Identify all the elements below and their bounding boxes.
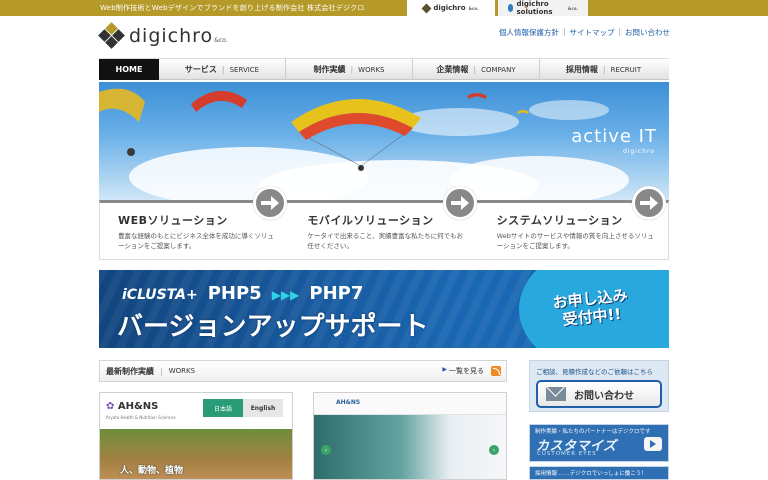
rss-icon[interactable] [491, 366, 501, 376]
nav-label-jp: 制作実績 [313, 65, 346, 74]
solution-mobile[interactable]: モバイルソリューション ケータイで出来ること、実績豊富な私たちに何でもお任せくだ… [289, 186, 478, 259]
lang-en-button[interactable]: English [243, 399, 283, 417]
slider-next-icon[interactable]: › [489, 445, 499, 455]
envelope-icon [546, 387, 566, 401]
banner-headline: バージョンアップサポート [117, 312, 429, 342]
hero-banner: active IT digichro [99, 82, 669, 200]
works-header: 最新制作実績 | WORKS ▶ 一覧を見る [99, 360, 507, 382]
solution-system[interactable]: システムソリューション Webサイトのサービスや情報の質を向上させるソリューショ… [479, 186, 668, 259]
utility-links: 個人情報保護方針 | サイトマップ | お問い合わせ [499, 27, 670, 38]
site-tab-label: digichro solutions [516, 0, 553, 16]
recruit-caption: 採用情報 ……デジクロでいっしょに働こう！ [535, 471, 647, 477]
logo-wordmark: digichro [129, 25, 214, 47]
nav-label: HOME [115, 65, 143, 74]
top-bar: Web制作技術とWebデザインでブランドを創り上げる制作会社 株式会社デジクロ … [0, 0, 768, 16]
work-thumbnail[interactable]: ✿ AH&NS Aryata Health & Nutrition Scienc… [99, 392, 293, 480]
nav-label-en: RECRUIT [610, 65, 642, 74]
separator: | [562, 27, 566, 36]
slider-prev-icon[interactable]: ‹ [321, 445, 331, 455]
language-switch: 日本語 English [203, 399, 283, 417]
sidebar-recruit-banner[interactable]: 採用情報 ……デジクロでいっしょに働こう！ [529, 466, 669, 480]
solution-desc: 豊富な経験のもとにビジネス全体を成功に導くソリューションをご提案します。 [118, 232, 274, 250]
contact-label: ご相談、見積作成などのご依頼はこちら [536, 368, 653, 376]
work-catchcopy: 人、動物、植物 [120, 466, 184, 476]
nav-label-en: COMPANY [481, 65, 516, 74]
arrow-right-icon[interactable] [631, 186, 666, 220]
triangle-right-icon: ▶ [442, 366, 447, 373]
works-title-en: WORKS [168, 367, 196, 375]
solution-web[interactable]: WEBソリューション 豊富な経験のもとにビジネス全体を成功に導くソリューションを… [100, 186, 289, 259]
nav-label-en: SERVICE [229, 65, 260, 74]
hero-subline: digichro [622, 148, 655, 155]
arrow-right-icon[interactable] [442, 186, 477, 220]
works-title-jp: 最新制作実績 [106, 366, 154, 376]
sidebar-customize-banner[interactable]: 制作実績・私たちのパートナーはデジクロです カスタマイズ CUSTOMER EY… [529, 424, 669, 462]
more-label: 一覧を見る [449, 367, 484, 375]
main-nav: HOME サービス | SERVICE 制作実績 | WORKS 企業情報 | COMPAN… [99, 58, 669, 80]
leaf-icon: ✿ [106, 401, 115, 412]
lang-ja-button[interactable]: 日本語 [203, 399, 243, 417]
solution-desc: Webサイトのサービスや情報の質を向上させるソリューションをご提案します。 [496, 232, 654, 250]
banner-to: PHP7 [309, 283, 364, 304]
arrow-right-icon[interactable] [253, 186, 288, 220]
chevrons-icon: ▶▶▶ [271, 288, 300, 302]
customize-caption: 制作実績・私たちのパートナーはデジクロです [535, 429, 651, 435]
logo-diamond-icon [98, 22, 125, 49]
solution-desc: ケータイで出来ること、実績豊富な私たちに何でもお任せください。 [307, 232, 464, 250]
promo-banner[interactable]: iCLUSTA+ PHP5 ▶▶▶ PHP7 バージョンアップサポート お申し込… [99, 270, 669, 348]
site-tab-label: digichro [433, 4, 466, 12]
work-photo [314, 415, 506, 479]
play-arrow-icon[interactable] [644, 437, 662, 451]
customize-subtitle: CUSTOMER EYES [537, 451, 597, 457]
site-logo[interactable]: digichro &co. [98, 22, 228, 49]
banner-top-line: iCLUSTA+ PHP5 ▶▶▶ PHP7 [122, 283, 363, 304]
nav-label-en: WORKS [358, 65, 385, 74]
site-tab-suffix: &co. [468, 5, 479, 11]
digichro-mark-icon [421, 3, 432, 13]
site-tab-digichro[interactable]: digichro &co. [407, 0, 495, 16]
solution-title: WEBソリューション [118, 214, 228, 227]
work-thumbnail[interactable]: AH&NS ‹ › [313, 392, 507, 480]
works-more-link[interactable]: ▶ 一覧を見る [442, 366, 484, 376]
sidebar-contact: ご相談、見積作成などのご依頼はこちら お問い合わせ [529, 360, 669, 412]
contact-button-label: お問い合わせ [574, 390, 634, 402]
hero-headline: active IT [571, 126, 657, 147]
banner-from: PHP5 [207, 283, 262, 304]
banner-brand: iCLUSTA+ [122, 287, 198, 303]
nav-service[interactable]: サービス | SERVICE [159, 59, 286, 80]
nav-recruit[interactable]: 採用情報 | RECRUIT [540, 59, 667, 80]
nav-label-jp: サービス [184, 65, 217, 74]
nav-home[interactable]: HOME [99, 59, 159, 80]
work-logo: AH&NS [336, 399, 361, 406]
separator: | [618, 27, 621, 36]
site-tab-solutions[interactable]: digichro solutions &co. [498, 0, 588, 16]
nav-label-jp: 企業情報 [436, 65, 469, 74]
solutions-row: WEBソリューション 豊富な経験のもとにビジネス全体を成功に導くソリューションを… [99, 186, 669, 260]
site-tab-suffix: &co. [567, 5, 578, 11]
sitemap-link[interactable]: サイトマップ [569, 27, 614, 38]
nav-company[interactable]: 企業情報 | COMPANY [413, 59, 540, 80]
nav-label-jp: 採用情報 [565, 65, 598, 74]
site-tabs: digichro &co. digichro solutions &co. [407, 0, 591, 16]
nav-works[interactable]: 制作実績 | WORKS [286, 59, 413, 80]
work-subtitle: Aryata Health & Nutrition Sciences [106, 415, 176, 420]
contact-button[interactable]: お問い合わせ [536, 380, 662, 408]
work-logo: ✿ AH&NS [106, 401, 159, 412]
contact-link[interactable]: お問い合わせ [625, 27, 670, 38]
tagline: Web制作技術とWebデザインでブランドを創り上げる制作会社 株式会社デジクロ [100, 4, 365, 12]
logo-suffix: &co. [214, 36, 228, 44]
solutions-mark-icon [508, 4, 514, 12]
solution-title: モバイルソリューション [307, 214, 434, 227]
privacy-policy-link[interactable]: 個人情報保護方針 [499, 27, 559, 38]
solution-title: システムソリューション [496, 214, 623, 227]
